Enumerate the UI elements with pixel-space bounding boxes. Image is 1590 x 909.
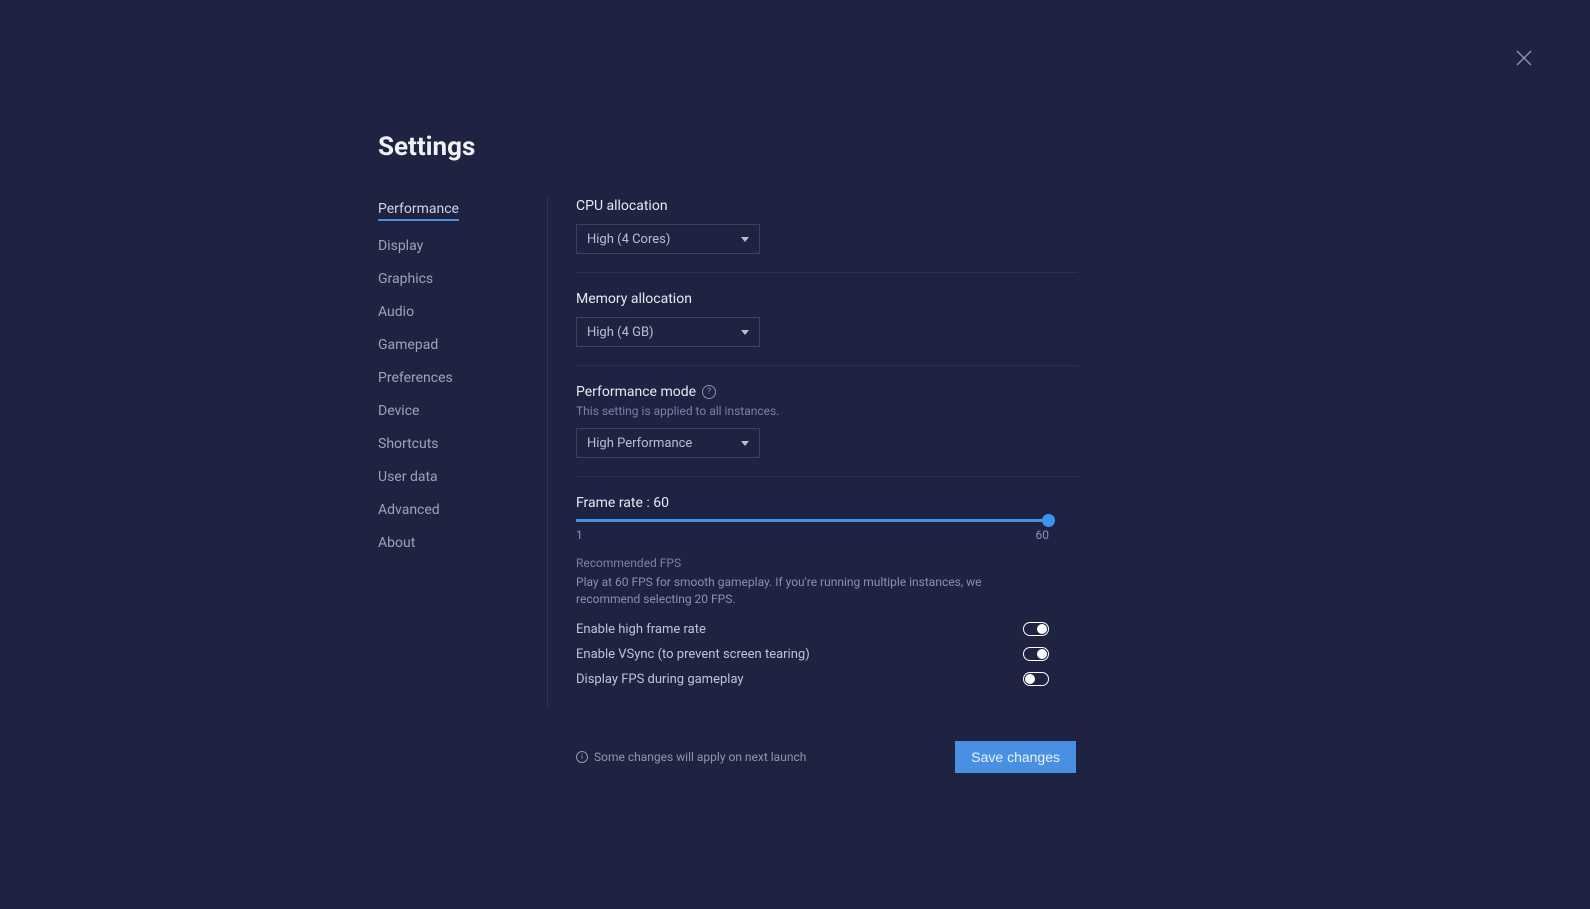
footer-note: i Some changes will apply on next launch: [576, 750, 806, 764]
save-changes-button[interactable]: Save changes: [955, 741, 1076, 773]
memory-allocation-label: Memory allocation: [576, 291, 1078, 307]
cpu-allocation-value: High (4 Cores): [587, 232, 670, 247]
caret-down-icon: [741, 441, 749, 446]
caret-down-icon: [741, 330, 749, 335]
performance-mode-value: High Performance: [587, 436, 692, 451]
frame-rate-label: Frame rate : 60: [576, 495, 1078, 511]
cpu-allocation-select[interactable]: High (4 Cores): [576, 224, 760, 254]
caret-down-icon: [741, 237, 749, 242]
sidebar-item-audio[interactable]: Audio: [378, 304, 414, 320]
content-panel: CPU allocation High (4 Cores) Memory all…: [548, 198, 1078, 773]
enable-high-frame-rate-toggle[interactable]: [1023, 622, 1049, 636]
performance-mode-label: Performance mode ?: [576, 384, 1078, 400]
frame-rate-slider[interactable]: [576, 519, 1049, 522]
info-icon: i: [576, 751, 588, 763]
display-fps-label: Display FPS during gameplay: [576, 672, 744, 687]
sidebar-item-about[interactable]: About: [378, 535, 415, 551]
frame-rate-max: 60: [1036, 528, 1050, 542]
sidebar-item-gamepad[interactable]: Gamepad: [378, 337, 438, 353]
display-fps-toggle[interactable]: [1023, 672, 1049, 686]
sidebar-item-user-data[interactable]: User data: [378, 469, 438, 485]
sidebar-item-preferences[interactable]: Preferences: [378, 370, 453, 386]
enable-vsync-toggle[interactable]: [1023, 647, 1049, 661]
sidebar-item-performance[interactable]: Performance: [378, 201, 459, 221]
memory-allocation-value: High (4 GB): [587, 325, 654, 340]
sidebar-item-device[interactable]: Device: [378, 403, 419, 419]
recommended-fps-title: Recommended FPS: [576, 556, 1078, 570]
performance-mode-select[interactable]: High Performance: [576, 428, 760, 458]
sidebar-item-shortcuts[interactable]: Shortcuts: [378, 436, 439, 452]
page-title: Settings: [378, 132, 1078, 162]
sidebar-item-advanced[interactable]: Advanced: [378, 502, 440, 518]
recommended-fps-text: Play at 60 FPS for smooth gameplay. If y…: [576, 574, 1036, 608]
frame-rate-min: 1: [576, 528, 583, 542]
cpu-allocation-label: CPU allocation: [576, 198, 1078, 214]
close-button[interactable]: [1516, 50, 1532, 66]
performance-mode-sublabel: This setting is applied to all instances…: [576, 404, 1078, 418]
sidebar-item-display[interactable]: Display: [378, 238, 423, 254]
sidebar: Performance Display Graphics Audio Gamep…: [378, 198, 548, 708]
memory-allocation-select[interactable]: High (4 GB): [576, 317, 760, 347]
help-icon[interactable]: ?: [702, 385, 716, 399]
enable-vsync-label: Enable VSync (to prevent screen tearing): [576, 647, 810, 662]
slider-thumb[interactable]: [1042, 514, 1055, 527]
sidebar-item-graphics[interactable]: Graphics: [378, 271, 433, 287]
enable-high-frame-rate-label: Enable high frame rate: [576, 622, 706, 637]
